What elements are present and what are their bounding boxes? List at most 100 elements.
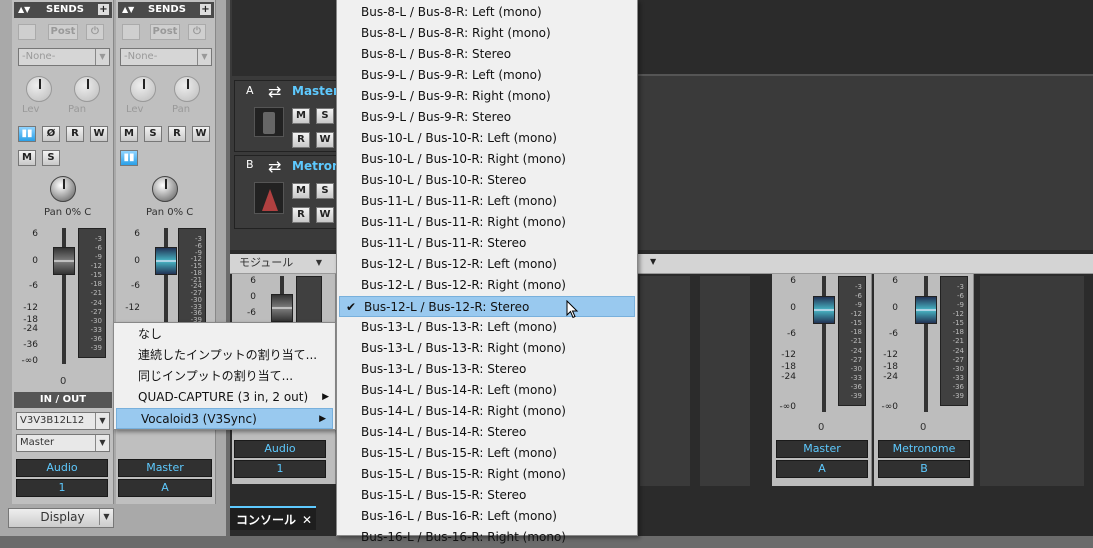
- bus-fader[interactable]: [813, 296, 835, 324]
- pan-knob[interactable]: [152, 176, 178, 202]
- read-button[interactable]: R: [168, 126, 186, 142]
- meter-tick-label: -15: [850, 319, 862, 328]
- routing-icon: ⇄: [268, 82, 282, 101]
- send-pan-knob[interactable]: [174, 76, 200, 102]
- console-tab[interactable]: コンソール ✕: [230, 506, 316, 530]
- bus-menu-item[interactable]: Bus-12-L / Bus-12-R: Right (mono): [337, 275, 637, 296]
- track-write-button[interactable]: W: [316, 207, 334, 223]
- pan-knob[interactable]: [50, 176, 76, 202]
- read-button[interactable]: R: [66, 126, 84, 142]
- bus-menu-item[interactable]: Bus-9-L / Bus-9-R: Left (mono): [337, 65, 637, 86]
- bus-menu-item[interactable]: Bus-13-L / Bus-13-R: Stereo: [337, 359, 637, 380]
- bus-menu-item[interactable]: Bus-14-L / Bus-14-R: Right (mono): [337, 401, 637, 422]
- menu-item-assign-consecutive[interactable]: 連続したインプットの割り当て...: [114, 345, 335, 366]
- track-mute-button[interactable]: M: [292, 108, 310, 124]
- close-tab-icon[interactable]: ✕: [302, 508, 312, 532]
- console-track-name[interactable]: Audio: [234, 440, 326, 458]
- track-mute-button[interactable]: M: [292, 183, 310, 199]
- menu-item-assign-same[interactable]: 同じインプットの割り当て...: [114, 366, 335, 387]
- bus-menu-item[interactable]: Bus-11-L / Bus-11-R: Left (mono): [337, 191, 637, 212]
- menu-item-vocaloid3[interactable]: Vocaloid3 (V3Sync) ▶: [116, 408, 333, 429]
- display-select[interactable]: Display ▼: [8, 508, 114, 528]
- bus-menu-item[interactable]: Bus-11-L / Bus-11-R: Right (mono): [337, 212, 637, 233]
- send-dest-select[interactable]: -None- ▼: [120, 48, 212, 66]
- track-read-button[interactable]: R: [292, 132, 310, 148]
- add-send-icon[interactable]: +: [98, 4, 109, 15]
- menu-item-quad-capture[interactable]: QUAD-CAPTURE (3 in, 2 out) ▶: [114, 387, 335, 408]
- meter-tick-label: -39: [850, 391, 862, 400]
- track-read-button[interactable]: R: [292, 207, 310, 223]
- volume-fader[interactable]: [155, 247, 177, 275]
- track-solo-button[interactable]: S: [316, 183, 334, 199]
- bus-name[interactable]: Master: [776, 440, 868, 458]
- module-select[interactable]: モジュール ▼: [236, 255, 326, 273]
- bus-menu-item[interactable]: Bus-9-L / Bus-9-R: Stereo: [337, 107, 637, 128]
- track-title-metronome[interactable]: Metron: [292, 159, 338, 173]
- console-fader[interactable]: [271, 294, 293, 322]
- meter-tick-label: -18: [952, 328, 964, 337]
- write-button[interactable]: W: [90, 126, 108, 142]
- bus-menu-item[interactable]: Bus-14-L / Bus-14-R: Stereo: [337, 422, 637, 443]
- send-power-icon[interactable]: ⏻: [86, 24, 104, 40]
- bus-menu-item[interactable]: Bus-13-L / Bus-13-R: Right (mono): [337, 338, 637, 359]
- bus-name[interactable]: Metronome: [878, 440, 970, 458]
- track-title-master[interactable]: Master: [292, 84, 338, 98]
- send-power-icon[interactable]: ⏻: [188, 24, 206, 40]
- bus-menu-item[interactable]: Bus-8-L / Bus-8-R: Left (mono): [337, 2, 637, 23]
- send-enable-button[interactable]: [18, 24, 36, 40]
- send-pan-knob[interactable]: [74, 76, 100, 102]
- bus-menu-item[interactable]: Bus-8-L / Bus-8-R: Stereo: [337, 44, 637, 65]
- bus-menu-item[interactable]: Bus-12-L / Bus-12-R: Left (mono): [337, 254, 637, 275]
- bus-menu-item[interactable]: ✔ Bus-12-L / Bus-12-R: Stereo: [339, 296, 635, 317]
- console-track-number: 1: [234, 460, 326, 478]
- track-write-button[interactable]: W: [316, 132, 334, 148]
- send-dest-select[interactable]: -None- ▼: [18, 48, 110, 66]
- mute-button[interactable]: M: [18, 150, 36, 166]
- pan-value: Pan 0% C: [44, 207, 92, 218]
- mute-button[interactable]: M: [120, 126, 138, 142]
- send-level-knob[interactable]: [130, 76, 156, 102]
- input-select[interactable]: V3V3B12L12 ▼: [16, 412, 110, 430]
- bus-menu-item[interactable]: Bus-8-L / Bus-8-R: Right (mono): [337, 23, 637, 44]
- track-name[interactable]: Audio: [16, 459, 108, 477]
- bus-menu-item[interactable]: Bus-15-L / Bus-15-R: Stereo: [337, 485, 637, 506]
- post-button[interactable]: Post: [150, 24, 180, 40]
- input-echo-button[interactable]: ▮▮: [120, 150, 138, 166]
- bus-menu-item[interactable]: Bus-15-L / Bus-15-R: Left (mono): [337, 443, 637, 464]
- solo-button[interactable]: S: [144, 126, 162, 142]
- menu-item-none[interactable]: なし: [114, 324, 335, 345]
- write-button[interactable]: W: [192, 126, 210, 142]
- sends-header: ▲▼ SENDS +: [14, 2, 112, 18]
- phase-button[interactable]: Ø: [42, 126, 60, 142]
- meter-tick-label: -24: [952, 346, 964, 355]
- input-context-menu: なし 連続したインプットの割り当て... 同じインプットの割り当て... QUA…: [113, 322, 336, 430]
- track-solo-button[interactable]: S: [316, 108, 334, 124]
- bus-fader[interactable]: [915, 296, 937, 324]
- bus-menu-item[interactable]: Bus-13-L / Bus-13-R: Left (mono): [337, 317, 637, 338]
- meter-tick-label: -18: [850, 328, 862, 337]
- post-button[interactable]: Post: [48, 24, 78, 40]
- bus-menu-item[interactable]: Bus-16-L / Bus-16-R: Right (mono): [337, 527, 637, 548]
- send-level-knob[interactable]: [26, 76, 52, 102]
- output-select[interactable]: Master ▼: [16, 434, 110, 452]
- checkmark-icon: ✔: [346, 300, 357, 314]
- add-send-icon[interactable]: +: [200, 4, 211, 15]
- meter-tick-label: -33: [952, 373, 964, 382]
- meter-tick-label: -6: [855, 292, 862, 301]
- bus-meter-zero: 0: [818, 422, 825, 433]
- bus-menu-item[interactable]: Bus-14-L / Bus-14-R: Left (mono): [337, 380, 637, 401]
- bus-menu-item[interactable]: Bus-15-L / Bus-15-R: Right (mono): [337, 464, 637, 485]
- bus-menu-item[interactable]: Bus-10-L / Bus-10-R: Left (mono): [337, 128, 637, 149]
- track-name[interactable]: Master: [118, 459, 212, 477]
- bus-menu-item[interactable]: Bus-10-L / Bus-10-R: Stereo: [337, 170, 637, 191]
- volume-fader[interactable]: [53, 247, 75, 275]
- bus-menu-item[interactable]: Bus-16-L / Bus-16-R: Left (mono): [337, 506, 637, 527]
- send-enable-button[interactable]: [122, 24, 140, 40]
- input-echo-button[interactable]: ▮▮: [18, 126, 36, 142]
- bus-menu-item[interactable]: Bus-9-L / Bus-9-R: Right (mono): [337, 86, 637, 107]
- toolbar-dropdown-arrow[interactable]: ▼: [650, 257, 656, 266]
- solo-button[interactable]: S: [42, 150, 60, 166]
- bus-menu-item[interactable]: Bus-11-L / Bus-11-R: Stereo: [337, 233, 637, 254]
- console-meter: [296, 276, 322, 326]
- bus-menu-item[interactable]: Bus-10-L / Bus-10-R: Right (mono): [337, 149, 637, 170]
